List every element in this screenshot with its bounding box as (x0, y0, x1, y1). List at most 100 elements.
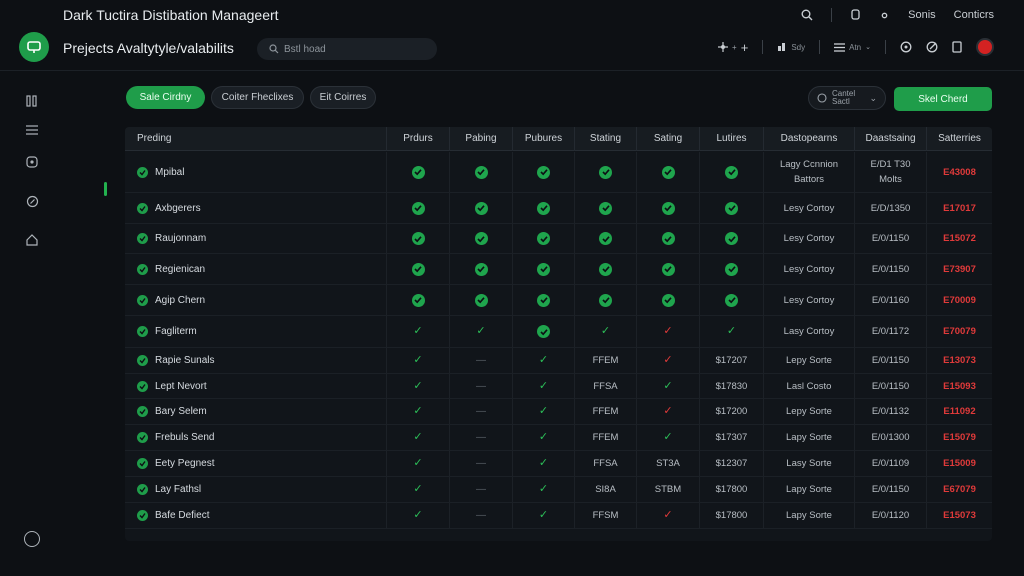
status-dot-icon (137, 380, 148, 392)
table-cell: ✓ (386, 399, 449, 424)
top-link-conticrs[interactable]: Conticrs (954, 9, 994, 21)
divider (831, 8, 833, 22)
table-row[interactable]: Raujonnam Lesy Cortoy E/0/1150 E15072 (125, 224, 992, 254)
amount-cell: E67079 (926, 477, 992, 502)
table-cell: ✓ (636, 316, 699, 347)
table-cell: ✓ (699, 316, 763, 347)
help-icon[interactable] (24, 531, 40, 547)
table-row[interactable]: Eety Pegnest ✓ — ✓ FFSA ST3A $12307 Lasy Sorte E… (125, 451, 992, 477)
tools-button[interactable]: + + (718, 40, 748, 55)
table-cell (636, 254, 699, 284)
table-cell (699, 224, 763, 253)
check-circle-icon (537, 232, 550, 245)
table-cell (699, 254, 763, 284)
table-row[interactable]: Agip Chern Lesy Cortoy E/0/1160 E70009 (125, 285, 992, 316)
search-input[interactable] (284, 43, 424, 55)
top-link-sonis[interactable]: Sonis (908, 9, 936, 21)
menu-icon[interactable] (24, 122, 40, 138)
table-cell: E/0/1150 (854, 348, 926, 373)
column-header[interactable]: Sating (636, 127, 699, 151)
table-cell: E/0/1120 (854, 503, 926, 528)
table-row[interactable]: Axbgerers Lesy Cortoy E/D/1350 E17017 (125, 193, 992, 224)
gear-icon (718, 42, 729, 52)
view-button[interactable]: Sdy (777, 42, 805, 52)
table-cell (574, 254, 636, 284)
filter-dropdown[interactable]: Cantel Sactl ⌄ (808, 86, 886, 110)
check-icon: ✓ (538, 405, 549, 417)
column-header[interactable]: Stating (574, 127, 636, 151)
table-cell (449, 285, 512, 315)
column-header[interactable]: Pubures (512, 127, 574, 151)
status-dot-icon (137, 202, 148, 214)
table-row[interactable]: Lept Nevort ✓ — ✓ FFSA ✓ $17830 Lasl Costo E/0/1… (125, 374, 992, 399)
amount-cell: E15073 (926, 503, 992, 528)
table-cell: — (449, 451, 512, 476)
compass-icon[interactable] (24, 193, 40, 209)
divider (819, 40, 821, 54)
row-name-cell: Mpibal (125, 152, 386, 192)
check-circle-icon (661, 262, 675, 276)
table-cell (636, 193, 699, 223)
search-icon[interactable] (801, 9, 813, 21)
edit-icon[interactable] (926, 41, 938, 53)
dash-icon: — (476, 406, 486, 417)
table-cell (512, 152, 574, 192)
column-header[interactable]: Daastsaing (854, 127, 926, 151)
column-header[interactable]: Prdurs (386, 127, 449, 151)
row-name-cell: Bafe Defiect (125, 503, 386, 528)
pill-sale-cirdny[interactable]: Sale Cirdny (126, 86, 205, 109)
table-cell: ✓ (512, 477, 574, 502)
check-icon: ✓ (413, 457, 423, 469)
check-circle-icon (725, 232, 738, 245)
column-header[interactable]: Dastopearns (763, 127, 854, 151)
dashboard-icon[interactable] (24, 93, 40, 109)
table-row[interactable]: Bafe Defiect ✓ — ✓ FFSM ✓ $17800 Lapy Sorte E/0/… (125, 503, 992, 529)
status-dot-icon (137, 458, 148, 469)
package-icon[interactable] (24, 154, 40, 170)
row-name: Raujonnam (155, 233, 207, 244)
column-header[interactable]: Lutires (699, 127, 763, 151)
column-header[interactable]: Satterries (926, 127, 992, 151)
check-circle-icon (599, 201, 612, 215)
table-row[interactable]: Frebuls Send ✓ — ✓ FFEM ✓ $17307 Lapy Sorte E/0/… (125, 425, 992, 451)
table-cell: — (449, 477, 512, 502)
search-box[interactable] (257, 38, 437, 60)
table-cell: ✓ (386, 316, 449, 347)
status-dot-icon (137, 233, 148, 244)
home-icon[interactable] (24, 232, 40, 248)
table-cell: ✓ (512, 425, 574, 450)
check-circle-icon (411, 293, 425, 307)
table-row[interactable]: Regienican Lesy Cortoy E/0/1150 E73907 (125, 254, 992, 285)
primary-action-button[interactable]: Skel Cherd (894, 87, 992, 111)
amount-cell: E13073 (926, 348, 992, 373)
table-row[interactable]: Lay Fathsl ✓ — ✓ SI8A STBM $17800 Lapy Sorte E/0… (125, 477, 992, 503)
table-cell: SI8A (574, 477, 636, 502)
avatar[interactable] (976, 38, 994, 56)
document-icon[interactable] (952, 41, 962, 53)
list-button[interactable]: Atn ⌄ (834, 43, 871, 52)
column-header[interactable]: Pabing (449, 127, 512, 151)
pill-eit-coirres[interactable]: Eit Coirres (310, 86, 376, 109)
pill-coiter-fheclixes[interactable]: Coiter Fheclixes (211, 86, 304, 109)
table-cell: ✓ (386, 374, 449, 398)
table-cell (386, 193, 449, 223)
column-header[interactable]: Preding (125, 127, 386, 151)
table-cell: ✓ (512, 503, 574, 528)
table-row[interactable]: Mpibal Lagy Ccnnion Battors E/D1 T30 Molts… (125, 152, 992, 193)
notification-icon[interactable] (850, 9, 861, 21)
table-cell: ✓ (636, 374, 699, 398)
table-row[interactable]: Rapie Sunals ✓ — ✓ FFEM ✓ $17207 Lepy Sorte E/0/… (125, 348, 992, 374)
table-cell: E/0/1109 (854, 451, 926, 476)
settings-icon[interactable] (879, 10, 890, 21)
app-logo[interactable] (19, 32, 49, 62)
check-circle-icon (599, 232, 612, 245)
cross-icon: ✓ (663, 325, 673, 337)
table-row[interactable]: Fagliterm ✓ ✓ ✓ ✓ ✓ Lasy Cortoy E/0/1172 E70079 (125, 316, 992, 348)
globe-icon[interactable] (900, 41, 912, 53)
check-circle-icon (599, 293, 612, 307)
table-row[interactable]: Bary Selem ✓ — ✓ FFEM ✓ $17200 Lepy Sorte E/0/11… (125, 399, 992, 425)
table-cell: ✓ (386, 477, 449, 502)
check-circle-icon (661, 232, 675, 245)
cross-icon: ✓ (663, 354, 673, 366)
table-cell: E/0/1150 (854, 254, 926, 284)
